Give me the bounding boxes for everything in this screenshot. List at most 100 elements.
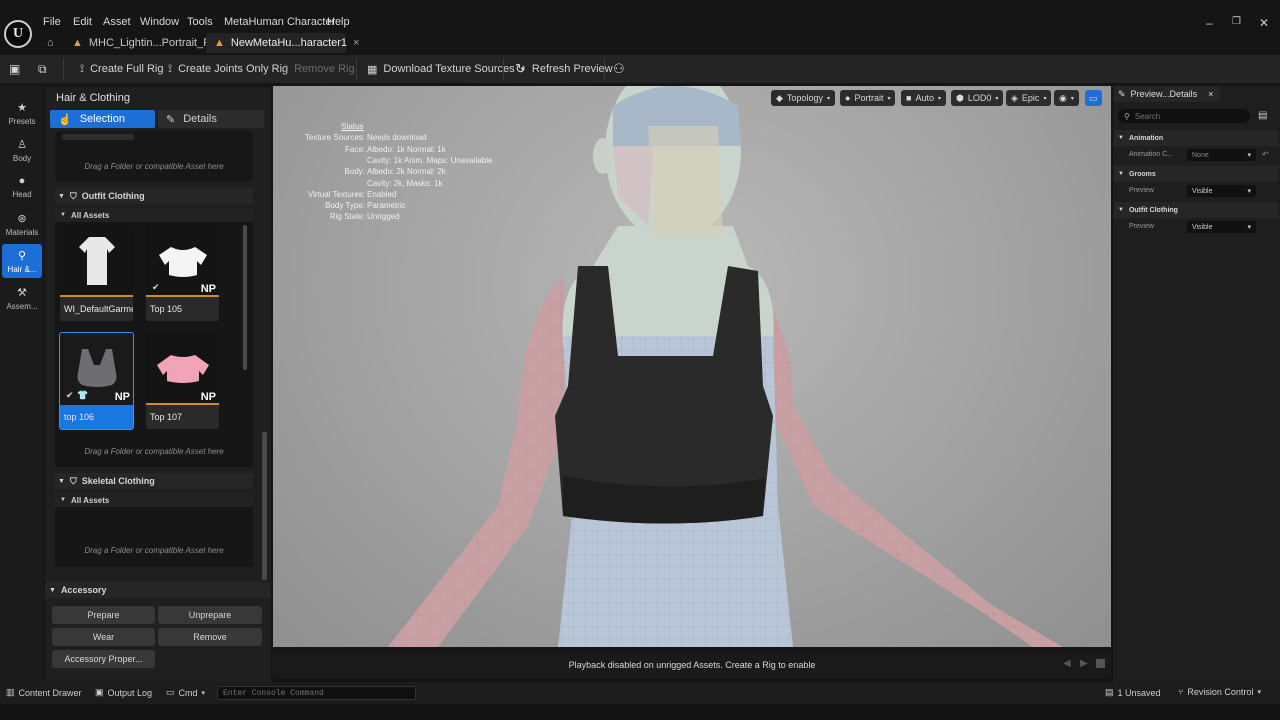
close-window-icon[interactable]: ✕ — [1259, 16, 1269, 30]
content-drawer-button[interactable]: ▥ Content Drawer — [6, 687, 82, 698]
details-toggle[interactable]: ✎ Details — [158, 110, 264, 128]
outfit-clothing-header[interactable]: ▼ ⛉ Outfit Clothing — [55, 188, 253, 204]
topology-label: Topology — [786, 93, 823, 103]
user-icon[interactable]: ⚇ — [613, 55, 625, 83]
menu-asset[interactable]: Asset — [103, 16, 131, 30]
layout-toggle-icon[interactable]: ▭ — [1085, 90, 1102, 106]
all-assets-header[interactable]: ▼ All Assets — [55, 208, 253, 222]
status-value: Albedo: 1k Normal: 1k — [367, 145, 446, 154]
close-icon[interactable]: × — [1208, 89, 1213, 99]
download-texture-sources-button[interactable]: ▦ Download Texture Sources ▾ — [367, 55, 524, 83]
console-command-input[interactable] — [223, 688, 408, 698]
np-badge: NP — [200, 391, 216, 403]
save-icon[interactable]: ▣ — [9, 55, 20, 83]
close-icon[interactable]: × — [353, 37, 359, 49]
unsaved-label: 1 Unsaved — [1117, 687, 1161, 698]
all-assets-header[interactable]: ▼ All Assets — [55, 493, 253, 507]
animation-dropdown[interactable]: None ▾ — [1187, 149, 1256, 161]
log-icon: ▣ — [95, 687, 104, 697]
asset-tile-selected[interactable]: ✔ 👕 NP top 106 — [59, 332, 134, 430]
minimize-icon[interactable]: – — [1206, 16, 1213, 30]
lod-dropdown[interactable]: ⬢ LOD0 ▾ — [951, 90, 1004, 106]
rail-label: Materials — [5, 227, 39, 237]
pencil-icon: ✎ — [1118, 88, 1126, 99]
animation-prop-label: Animation C... — [1129, 151, 1173, 158]
asset-icon: ▲ — [72, 37, 83, 49]
unsaved-button[interactable]: ▤ 1 Unsaved — [1105, 687, 1161, 698]
rail-assembly[interactable]: ⚒ Assem... — [2, 281, 42, 315]
rail-presets[interactable]: ★ Presets — [2, 96, 42, 130]
unreal-logo[interactable]: U — [4, 20, 32, 48]
grooms-header[interactable]: ▼ Grooms — [1114, 166, 1278, 182]
grid-scrollbar[interactable] — [243, 225, 247, 370]
refresh-preview-button[interactable]: ↻ Refresh Preview — [515, 55, 613, 83]
stop-icon[interactable] — [1096, 659, 1105, 668]
hammer-icon: ⚒ — [17, 286, 27, 299]
portrait-dropdown[interactable]: ● Portrait ▾ — [840, 90, 896, 106]
remove-rig-label: Remove Rig — [294, 63, 355, 75]
cube-icon: ⬢ — [956, 92, 964, 103]
status-value: Cavity: 2k, Masks: 1k — [367, 179, 443, 188]
search-input[interactable] — [1134, 111, 1235, 121]
browse-icon[interactable]: ⧉ — [38, 55, 47, 83]
create-full-rig-button[interactable]: ⟟ Create Full Rig — [80, 55, 163, 83]
chevron-down-icon: ▼ — [60, 497, 66, 503]
rail-body[interactable]: ♙ Body — [2, 133, 42, 167]
accessory-header[interactable]: ▼ Accessory — [45, 582, 270, 598]
create-joints-only-rig-button[interactable]: ⟟ Create Joints Only Rig — [168, 55, 288, 83]
reset-icon[interactable]: ↶ — [1262, 150, 1269, 159]
selection-toggle[interactable]: ☝ Selection — [50, 110, 155, 128]
prepare-button[interactable]: Prepare — [52, 606, 155, 624]
maximize-icon[interactable]: ❐ — [1232, 16, 1241, 27]
cmd-dropdown[interactable]: ▭ Cmd ▾ — [166, 687, 205, 698]
asset-tile[interactable]: WI_DefaultGarment — [60, 225, 133, 321]
rail-materials[interactable]: ⊛ Materials — [2, 207, 42, 241]
chevron-down-icon: ▾ — [995, 95, 999, 102]
tab-preview-details[interactable]: ✎ Preview...Details × — [1114, 86, 1220, 102]
auto-dropdown[interactable]: ■ Auto ▾ — [901, 90, 946, 106]
quality-dropdown[interactable]: ◈ Epic ▾ — [1006, 90, 1052, 106]
revision-control-button[interactable]: ⑂ Revision Control ▾ — [1178, 687, 1261, 697]
accessory-properties-button[interactable]: Accessory Proper... — [52, 650, 155, 668]
checker-icon: ▦ — [367, 63, 378, 76]
console-command-field[interactable] — [217, 686, 416, 700]
asset-tile[interactable]: NP Top 107 — [146, 333, 219, 429]
status-value: Unrigged — [367, 212, 400, 221]
drawer-icon: ▥ — [6, 687, 15, 697]
outfit-preview-dropdown[interactable]: Visible ▾ — [1187, 221, 1256, 233]
tab-new-metahuman-character[interactable]: ▲ NewMetaHu...haracter1 × — [206, 33, 360, 53]
menu-edit[interactable]: Edit — [73, 16, 92, 30]
asset-tile[interactable]: ✔ NP Top 105 — [146, 225, 219, 321]
menu-tools[interactable]: Tools — [187, 16, 213, 30]
rail-head[interactable]: ● Head — [2, 170, 42, 204]
search-field[interactable]: ⚲ — [1118, 109, 1250, 123]
remove-button[interactable]: Remove — [158, 628, 262, 646]
rail-hair-clothing[interactable]: ⚲ Hair &... — [2, 244, 42, 278]
search-icon: ⚲ — [1124, 111, 1130, 121]
menu-metahuman-character[interactable]: MetaHuman Character — [224, 16, 335, 30]
panel-scrollbar[interactable] — [262, 432, 267, 580]
grooms-preview-dropdown[interactable]: Visible ▾ — [1187, 185, 1256, 197]
menu-help[interactable]: Help — [327, 16, 350, 30]
outfit-clothing-header[interactable]: ▼ Outfit Clothing — [1114, 202, 1278, 218]
tab-lighting-portrait[interactable]: ▲ MHC_Lightin...Portrait_RT — [64, 33, 226, 53]
skeletal-clothing-header[interactable]: ▼ ⛉ Skeletal Clothing — [55, 473, 253, 489]
asset-label: Top 105 — [150, 304, 183, 314]
home-icon[interactable]: ⌂ — [47, 37, 54, 49]
topology-dropdown[interactable]: ◆ Topology ▾ — [771, 90, 835, 106]
menu-window[interactable]: Window — [140, 16, 179, 30]
chevron-down-icon: ▾ — [1247, 224, 1251, 231]
unprepare-button[interactable]: Unprepare — [158, 606, 262, 624]
menu-file[interactable]: File — [43, 16, 61, 30]
skeletal-clothing-label: Skeletal Clothing — [81, 476, 155, 486]
play-icon[interactable]: ▶ — [1080, 658, 1088, 669]
animation-header[interactable]: ▼ Animation — [1114, 130, 1278, 146]
play-reverse-icon[interactable]: ◀ — [1063, 658, 1071, 669]
wear-button[interactable]: Wear — [52, 628, 155, 646]
remove-rig-button[interactable]: ⟟ Remove Rig — [284, 55, 355, 83]
visibility-dropdown[interactable]: ◉ ▾ — [1054, 90, 1079, 106]
table-view-icon[interactable]: ▤ — [1258, 110, 1267, 121]
head-icon: ● — [18, 175, 26, 187]
output-log-button[interactable]: ▣ Output Log — [95, 687, 152, 698]
create-full-rig-label: Create Full Rig — [90, 63, 164, 75]
